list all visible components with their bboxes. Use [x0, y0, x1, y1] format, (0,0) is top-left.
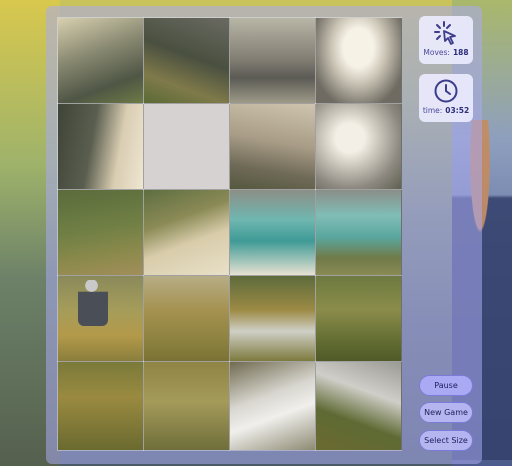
cursor-click-icon [434, 21, 456, 45]
photographer-figure [78, 280, 108, 326]
puzzle-tile[interactable] [143, 275, 230, 362]
clock-icon [434, 79, 458, 103]
puzzle-tile[interactable] [229, 361, 316, 451]
moves-counter: Moves: 188 [419, 16, 473, 64]
puzzle-board [57, 17, 402, 451]
puzzle-tile[interactable] [57, 103, 144, 190]
new-game-button[interactable]: New Game [419, 402, 473, 423]
time-value: 03:52 [445, 106, 470, 115]
puzzle-tile[interactable] [57, 189, 144, 276]
puzzle-tile[interactable] [315, 17, 402, 104]
puzzle-tile[interactable] [315, 275, 402, 362]
puzzle-tile[interactable] [57, 275, 144, 362]
time-label: time: [422, 106, 443, 115]
time-counter: time: 03:52 [419, 74, 473, 122]
moves-label: Moves: [423, 48, 450, 57]
puzzle-tile[interactable] [315, 189, 402, 276]
puzzle-tile[interactable] [315, 103, 402, 190]
moves-text: Moves: 188 [423, 48, 468, 57]
puzzle-tile[interactable] [143, 361, 230, 451]
pause-button[interactable]: Pause [419, 375, 473, 396]
moves-value: 188 [452, 48, 469, 57]
puzzle-tile[interactable] [229, 103, 316, 190]
puzzle-tile[interactable] [57, 17, 144, 104]
puzzle-tile[interactable] [229, 275, 316, 362]
select-size-button[interactable]: Select Size [419, 430, 473, 451]
puzzle-tile[interactable] [229, 17, 316, 104]
time-text: time: 03:52 [423, 106, 469, 115]
puzzle-tile[interactable] [143, 189, 230, 276]
puzzle-tile[interactable] [229, 189, 316, 276]
puzzle-tile[interactable] [143, 17, 230, 104]
puzzle-tile[interactable] [315, 361, 402, 451]
puzzle-tile[interactable] [57, 361, 144, 451]
puzzle-empty-slot [143, 103, 230, 190]
